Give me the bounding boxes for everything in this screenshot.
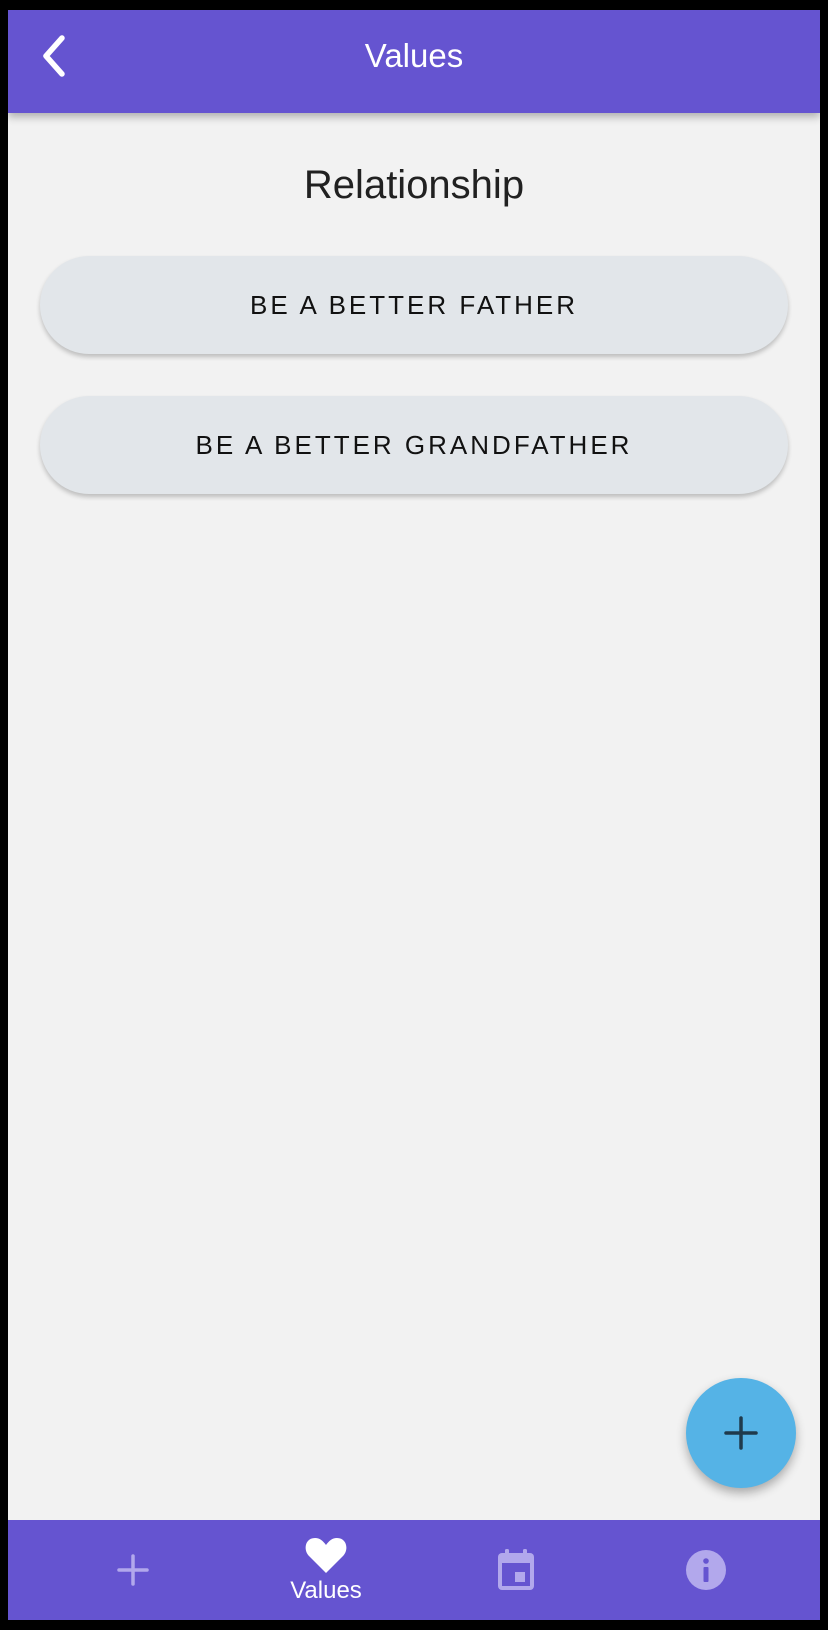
app-screen: Values Relationship BE A BETTER FATHER B… — [8, 10, 820, 1620]
nav-item-info[interactable] — [611, 1520, 801, 1620]
page-title: Values — [364, 37, 464, 74]
calendar-icon — [498, 1549, 534, 1590]
back-button[interactable] — [30, 32, 78, 80]
heart-icon — [305, 1538, 347, 1573]
section-title: Relationship — [303, 163, 525, 207]
bottom-nav: Values — [8, 1520, 820, 1620]
plus-icon — [117, 1554, 149, 1586]
nav-item-values[interactable]: Values — [231, 1520, 421, 1620]
nav-item-calendar[interactable] — [421, 1520, 611, 1620]
app-bar: Values — [8, 10, 820, 113]
nav-item-add[interactable] — [38, 1520, 228, 1620]
chevron-left-icon — [43, 35, 65, 77]
value-button-father[interactable]: BE A BETTER FATHER — [40, 256, 788, 354]
plus-icon — [724, 1416, 758, 1450]
add-value-button[interactable] — [686, 1378, 796, 1488]
nav-label-values: Values — [290, 1577, 362, 1604]
info-icon — [686, 1550, 726, 1590]
value-button-grandfather[interactable]: BE A BETTER GRANDFATHER — [40, 396, 788, 494]
